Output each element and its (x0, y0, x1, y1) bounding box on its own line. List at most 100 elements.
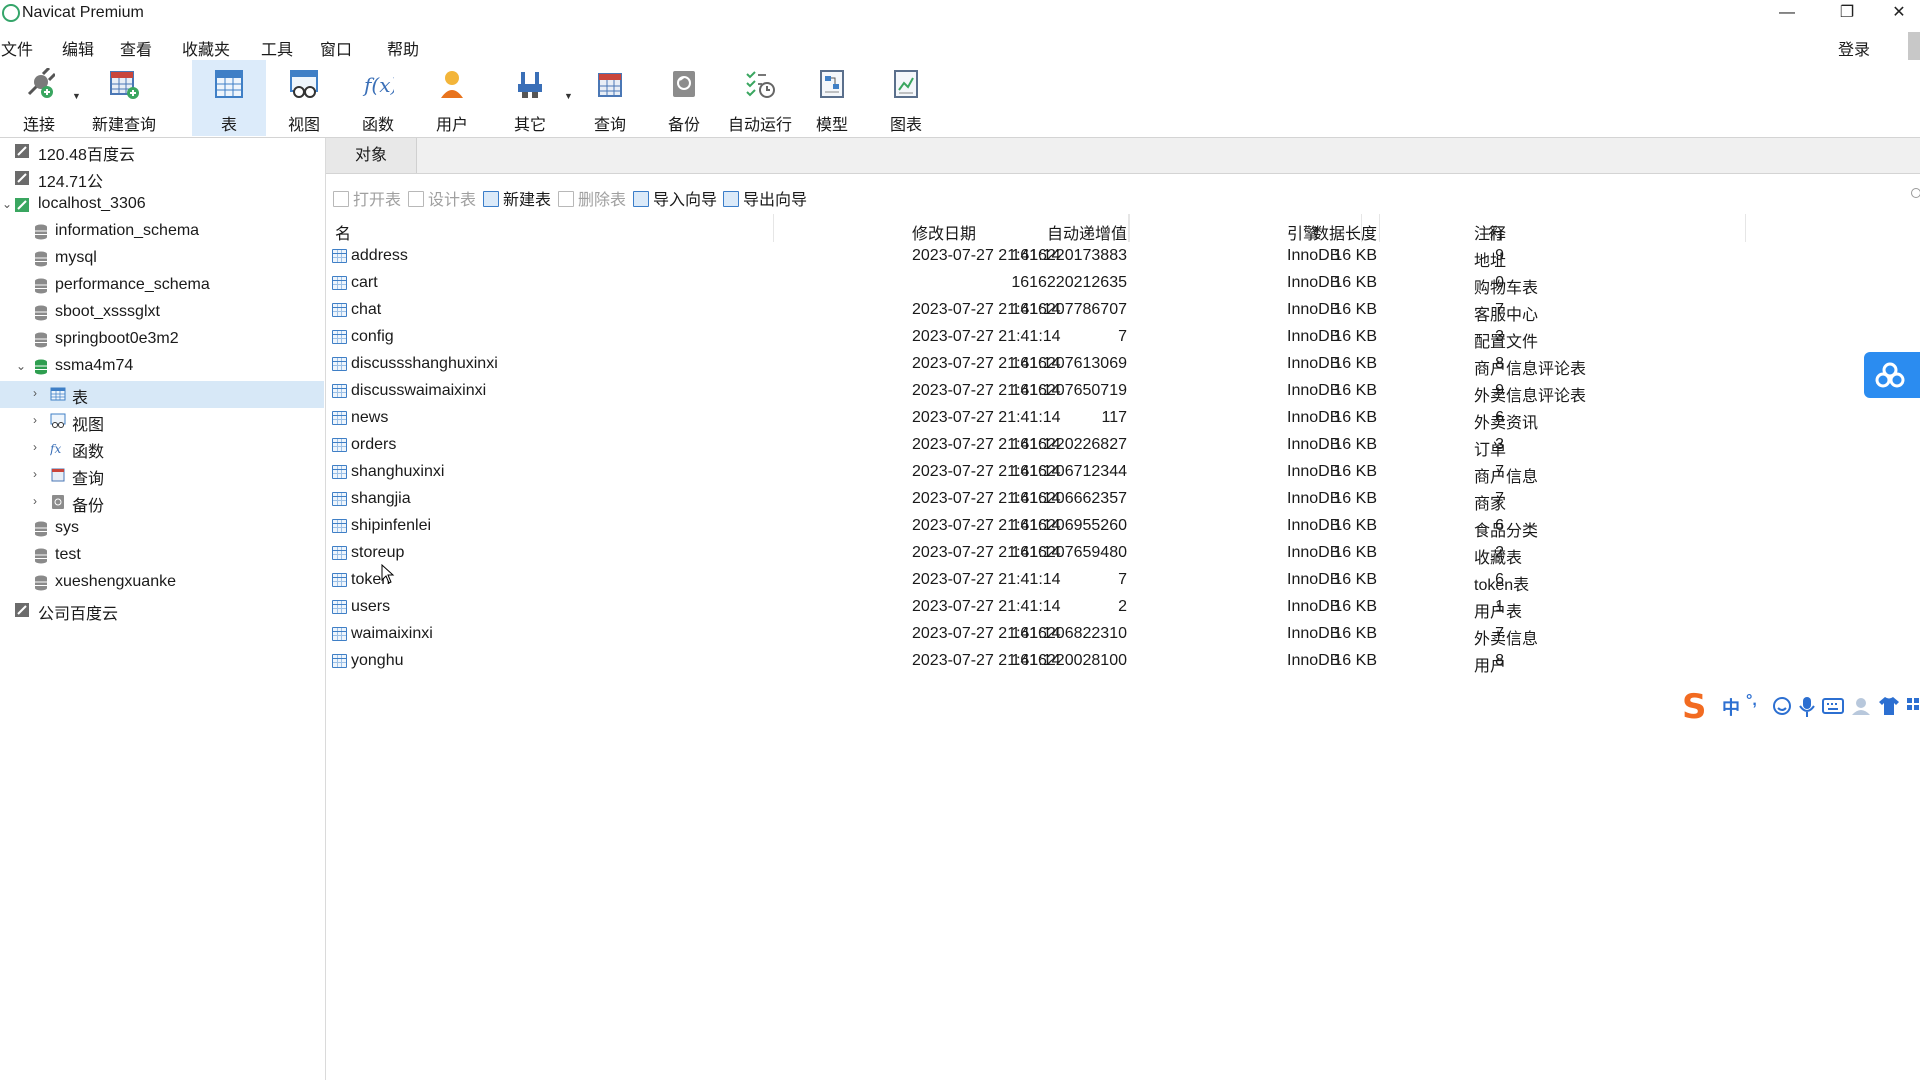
chevron-down-icon[interactable]: ▼ (72, 91, 81, 101)
side-panel-toggle[interactable] (1908, 32, 1920, 60)
table-row[interactable]: address 1616220173883 2023-07-27 21:41:14 1… (326, 244, 1746, 271)
sogou-logo-icon[interactable]: S (1680, 686, 1718, 724)
tree-queries-node[interactable]: › 查询 (0, 462, 324, 489)
table-icon (332, 330, 347, 344)
emoji-icon[interactable] (1772, 696, 1792, 716)
table-row[interactable]: cart 1616220212635 16 KB InnoDB 0 购物车表 (326, 271, 1746, 298)
tree-backups-node[interactable]: › 备份 (0, 489, 324, 516)
ime-punctuation-toggle[interactable]: °, (1746, 692, 1757, 710)
minimize-button[interactable]: — (1764, 0, 1810, 28)
table-row[interactable]: discusswaimaixinxi 1616207650719 2023-07-2… (326, 379, 1746, 406)
column-header-data-length[interactable]: 数据长度 (1126, 220, 1377, 244)
tree-label: 备份 (72, 498, 105, 515)
chevron-right-icon[interactable]: › (33, 467, 37, 481)
chevron-right-icon[interactable]: › (33, 440, 37, 454)
table-row[interactable]: shanghuxinxi 1616206712344 2023-07-27 21:4… (326, 460, 1746, 487)
tree-database[interactable]: sys (0, 516, 324, 543)
tree-database[interactable]: performance_schema (0, 273, 324, 300)
column-header-name[interactable]: 名 (335, 220, 351, 244)
login-link[interactable]: 登录 (1838, 36, 1870, 60)
user-profile-icon[interactable] (1850, 696, 1872, 716)
toolbar-user[interactable]: 用户 (420, 60, 484, 136)
toolbox-grid-icon[interactable] (1906, 696, 1920, 716)
table-row[interactable]: waimaixinxi 1616206822310 2023-07-27 21:41… (326, 622, 1746, 649)
search-icon[interactable] (1911, 188, 1920, 198)
table-row[interactable]: yonghu 1616220028100 2023-07-27 21:41:14 16… (326, 649, 1746, 676)
microphone-icon[interactable] (1798, 696, 1816, 718)
column-divider[interactable] (1361, 214, 1362, 242)
menu-edit[interactable]: 编辑 (62, 36, 94, 60)
skin-shirt-icon[interactable] (1878, 696, 1900, 716)
tree-label: mysql (55, 249, 97, 266)
table-row[interactable]: news 117 2023-07-27 21:41:14 16 KB InnoDB 6 外卖… (326, 406, 1746, 433)
table-row[interactable]: users 2 2023-07-27 21:41:14 16 KB InnoDB 1 用户表 (326, 595, 1746, 622)
new-table-button[interactable]: 新建表 (483, 186, 551, 210)
menu-help[interactable]: 帮助 (387, 36, 419, 60)
table-row[interactable]: shangjia 1616206662357 2023-07-27 21:41:14… (326, 487, 1746, 514)
table-row[interactable]: config 7 2023-07-27 21:41:14 16 KB InnoDB 3 配置… (326, 325, 1746, 352)
cloud-sync-button[interactable] (1864, 352, 1920, 398)
toolbar-query[interactable]: 查询 (578, 60, 642, 136)
chevron-down-icon[interactable]: ⌄ (16, 359, 26, 373)
tree-database[interactable]: information_schema (0, 219, 324, 246)
tree-database[interactable]: mysql (0, 246, 324, 273)
ime-language-toggle[interactable]: 中 (1722, 694, 1740, 720)
chevron-right-icon[interactable]: › (33, 494, 37, 508)
menu-file[interactable]: 文件 (1, 36, 33, 60)
svg-text:S: S (1682, 687, 1707, 724)
toolbar-other[interactable]: 其它 (498, 60, 562, 136)
close-button[interactable]: ✕ (1876, 0, 1920, 28)
menu-window[interactable]: 窗口 (320, 36, 352, 60)
open-table-button[interactable]: 打开表 (333, 186, 401, 210)
tree-connection-localhost[interactable]: ⌄ localhost_3306 (0, 192, 324, 219)
toolbar-model[interactable]: 模型 (800, 60, 864, 136)
table-row[interactable]: shipinfenlei 1616206955260 2023-07-27 21:4… (326, 514, 1746, 541)
tree-database[interactable]: springboot0e3m2 (0, 327, 324, 354)
toolbar-auto-run[interactable]: 自动运行 (722, 60, 798, 136)
toolbar-table[interactable]: 表 (192, 60, 266, 136)
restore-button[interactable]: ❐ (1824, 0, 1870, 28)
tab-objects[interactable]: 对象 (326, 138, 417, 173)
design-table-button[interactable]: 设计表 (408, 186, 476, 210)
tree-label: information_schema (55, 222, 200, 239)
menu-favorites[interactable]: 收藏夹 (182, 36, 230, 60)
column-header-comment[interactable]: 注释 (1474, 220, 1506, 244)
column-divider[interactable] (773, 214, 774, 242)
new-table-icon (483, 191, 499, 207)
tree-tables-node[interactable]: › 表 (0, 381, 324, 408)
table-row[interactable]: chat 1616207786707 2023-07-27 21:41:14 16 K… (326, 298, 1746, 325)
toolbar-new-query[interactable]: 新建查询 (84, 60, 164, 136)
export-wizard-button[interactable]: 导出向导 (723, 186, 807, 210)
chevron-right-icon[interactable]: › (33, 386, 37, 400)
table-row[interactable]: orders 1616220226827 2023-07-27 21:41:14 16… (326, 433, 1746, 460)
toolbar-view[interactable]: 视图 (272, 60, 336, 136)
menu-view[interactable]: 查看 (120, 36, 152, 60)
keyboard-icon[interactable] (1822, 697, 1844, 715)
column-header-modified[interactable]: 修改日期 (912, 220, 976, 244)
tree-connection-company[interactable]: 公司百度云 (0, 597, 324, 624)
tree-connection-2[interactable]: 124.71公 (0, 165, 324, 192)
toolbar-connect[interactable]: 连接 (8, 60, 70, 136)
menu-tools[interactable]: 工具 (261, 36, 293, 60)
column-divider[interactable] (1745, 214, 1746, 242)
tree-database[interactable]: xueshengxuanke (0, 570, 324, 597)
delete-table-button[interactable]: 删除表 (558, 186, 626, 210)
tree-functions-node[interactable]: › fx 函数 (0, 435, 324, 462)
chevron-down-icon[interactable]: ▼ (564, 91, 573, 101)
tree-database-active[interactable]: ⌄ ssma4m74 (0, 354, 324, 381)
table-row[interactable]: token 7 2023-07-27 21:41:14 16 KB InnoDB 6 tok… (326, 568, 1746, 595)
import-wizard-button[interactable]: 导入向导 (633, 186, 717, 210)
chevron-right-icon[interactable]: › (33, 413, 37, 427)
cell-table-name: config (351, 328, 394, 345)
chevron-down-icon[interactable]: ⌄ (2, 197, 12, 211)
toolbar-backup[interactable]: 备份 (652, 60, 716, 136)
tree-database[interactable]: test (0, 543, 324, 570)
toolbar-chart[interactable]: 图表 (874, 60, 938, 136)
column-header-engine[interactable]: 引擎 (1287, 220, 1319, 244)
table-row[interactable]: storeup 1616207659480 2023-07-27 21:41:14 1… (326, 541, 1746, 568)
toolbar-function[interactable]: f(x) 函数 (346, 60, 410, 136)
tree-views-node[interactable]: › 视图 (0, 408, 324, 435)
tree-connection-1[interactable]: 120.48百度云 (0, 138, 324, 165)
tree-database[interactable]: sboot_xsssglxt (0, 300, 324, 327)
table-row[interactable]: discussshanghuxinxi 1616207613069 2023-07-… (326, 352, 1746, 379)
